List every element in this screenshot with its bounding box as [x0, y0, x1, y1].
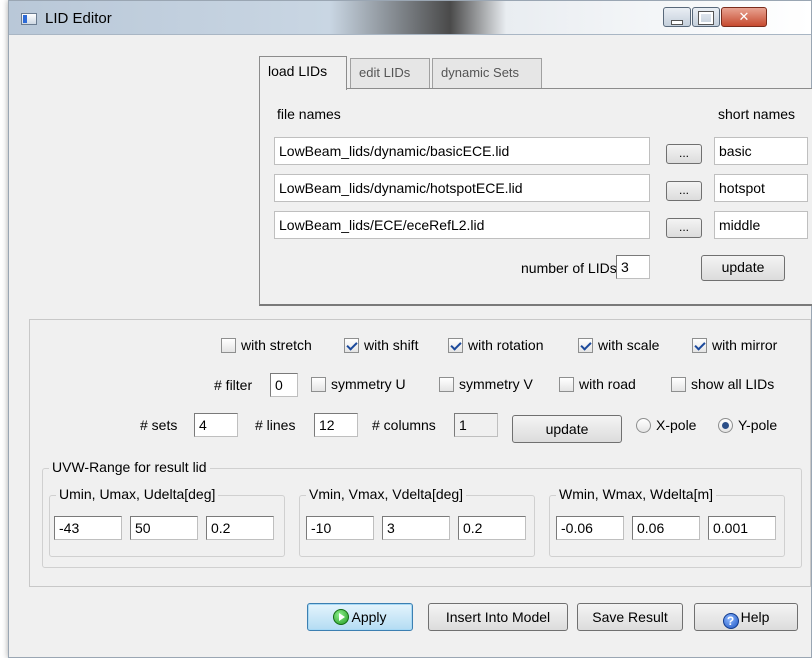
y-pole-radio[interactable] — [718, 418, 733, 433]
filter-input[interactable]: 0 — [270, 373, 298, 397]
with-scale-checkbox[interactable] — [578, 338, 593, 353]
close-icon: ✕ — [738, 9, 750, 24]
with-stretch-label: with stretch — [241, 337, 312, 353]
y-pole-label: Y-pole — [738, 417, 778, 433]
close-button[interactable]: ✕ — [721, 7, 767, 27]
file-names-label: file names — [277, 106, 341, 122]
lines-label: # lines — [255, 417, 296, 433]
uvw-range-group: UVW-Range for result lid Umin, Umax, Ude… — [42, 459, 802, 568]
help-button[interactable]: ? Help — [694, 603, 798, 631]
help-label: Help — [740, 609, 770, 625]
file-path-input-2[interactable]: LowBeam_lids/dynamic/hotspotECE.lid — [274, 174, 650, 202]
number-of-lids-label: number of LIDs — [521, 260, 617, 276]
wdelta-input[interactable]: 0.001 — [708, 516, 776, 540]
title-bar[interactable]: LID Editor ✕ — [9, 1, 811, 35]
with-rotation-label: with rotation — [468, 337, 544, 353]
x-pole-label: X-pole — [656, 417, 697, 433]
browse-button-3[interactable]: ... — [666, 218, 702, 238]
vdelta-input[interactable]: 0.2 — [458, 516, 526, 540]
uvw-range-title: UVW-Range for result lid — [49, 459, 210, 475]
lines-input[interactable]: 12 — [314, 413, 358, 437]
minimize-button[interactable] — [663, 7, 691, 27]
browse-button-2[interactable]: ... — [666, 181, 702, 201]
vmax-input[interactable]: 3 — [382, 516, 450, 540]
short-name-input-3[interactable]: middle — [714, 211, 808, 239]
options-panel: with stretch with shift with rotation wi… — [29, 319, 811, 587]
load-lids-panel: file names short names LowBeam_lids/dyna… — [259, 88, 812, 306]
v-range-label: Vmin, Vmax, Vdelta[deg] — [306, 486, 467, 502]
columns-input[interactable]: 1 — [454, 413, 498, 437]
load-update-button[interactable]: update — [701, 255, 785, 281]
tab-dynamic-sets[interactable]: dynamic Sets — [432, 58, 542, 88]
help-question-icon: ? — [722, 613, 739, 629]
w-range-group: Wmin, Wmax, Wdelta[m] -0.06 0.06 0.001 — [549, 486, 785, 557]
symmetry-v-checkbox[interactable] — [439, 377, 454, 392]
with-stretch-checkbox[interactable] — [221, 338, 236, 353]
with-scale-label: with scale — [598, 337, 660, 353]
file-path-input-1[interactable]: LowBeam_lids/dynamic/basicECE.lid — [274, 137, 650, 165]
x-pole-radio[interactable] — [636, 418, 651, 433]
minimize-icon — [664, 13, 690, 28]
with-shift-checkbox[interactable] — [344, 338, 359, 353]
lid-tab-control: load LIDs edit LIDs dynamic Sets file na… — [259, 56, 812, 306]
columns-label: # columns — [372, 417, 436, 433]
window-title: LID Editor — [45, 10, 112, 27]
wmax-input[interactable]: 0.06 — [632, 516, 700, 540]
short-name-input-1[interactable]: basic — [714, 137, 808, 165]
maximize-icon — [693, 9, 719, 27]
tab-load-lids[interactable]: load LIDs — [259, 56, 347, 90]
with-mirror-label: with mirror — [712, 337, 778, 353]
show-all-lids-label: show all LIDs — [691, 376, 775, 392]
w-range-label: Wmin, Wmax, Wdelta[m] — [556, 486, 717, 502]
with-road-checkbox[interactable] — [559, 377, 574, 392]
file-path-input-3[interactable]: LowBeam_lids/ECE/eceRefL2.lid — [274, 211, 650, 239]
sets-update-button[interactable]: update — [512, 415, 622, 443]
lid-editor-window: LID Editor ✕ load LIDs edit LIDs dynamic… — [8, 0, 812, 658]
umin-input[interactable]: -43 — [54, 516, 122, 540]
maximize-button[interactable] — [692, 7, 720, 27]
number-of-lids-input[interactable]: 3 — [616, 255, 650, 279]
apply-play-icon — [333, 609, 350, 625]
symmetry-u-label: symmetry U — [331, 376, 406, 392]
show-all-lids-checkbox[interactable] — [671, 377, 686, 392]
udelta-input[interactable]: 0.2 — [206, 516, 274, 540]
insert-into-model-button[interactable]: Insert Into Model — [428, 603, 568, 631]
tab-edit-lids[interactable]: edit LIDs — [350, 58, 430, 88]
wmin-input[interactable]: -0.06 — [556, 516, 624, 540]
with-rotation-checkbox[interactable] — [448, 338, 463, 353]
with-shift-label: with shift — [364, 337, 419, 353]
vmin-input[interactable]: -10 — [306, 516, 374, 540]
browse-button-1[interactable]: ... — [666, 144, 702, 164]
u-range-group: Umin, Umax, Udelta[deg] -43 50 0.2 — [49, 486, 285, 557]
v-range-group: Vmin, Vmax, Vdelta[deg] -10 3 0.2 — [299, 486, 535, 557]
sets-label: # sets — [140, 417, 178, 433]
with-road-label: with road — [579, 376, 636, 392]
filter-label: # filter — [214, 377, 253, 393]
sets-input[interactable]: 4 — [194, 413, 238, 437]
with-mirror-checkbox[interactable] — [692, 338, 707, 353]
u-range-label: Umin, Umax, Udelta[deg] — [56, 486, 219, 502]
short-name-input-2[interactable]: hotspot — [714, 174, 808, 202]
symmetry-v-label: symmetry V — [459, 376, 533, 392]
app-icon — [21, 13, 37, 25]
umax-input[interactable]: 50 — [130, 516, 198, 540]
apply-button[interactable]: Apply — [307, 603, 413, 631]
save-result-button[interactable]: Save Result — [577, 603, 683, 631]
apply-label: Apply — [351, 609, 387, 625]
symmetry-u-checkbox[interactable] — [311, 377, 326, 392]
short-names-label: short names — [718, 106, 796, 122]
